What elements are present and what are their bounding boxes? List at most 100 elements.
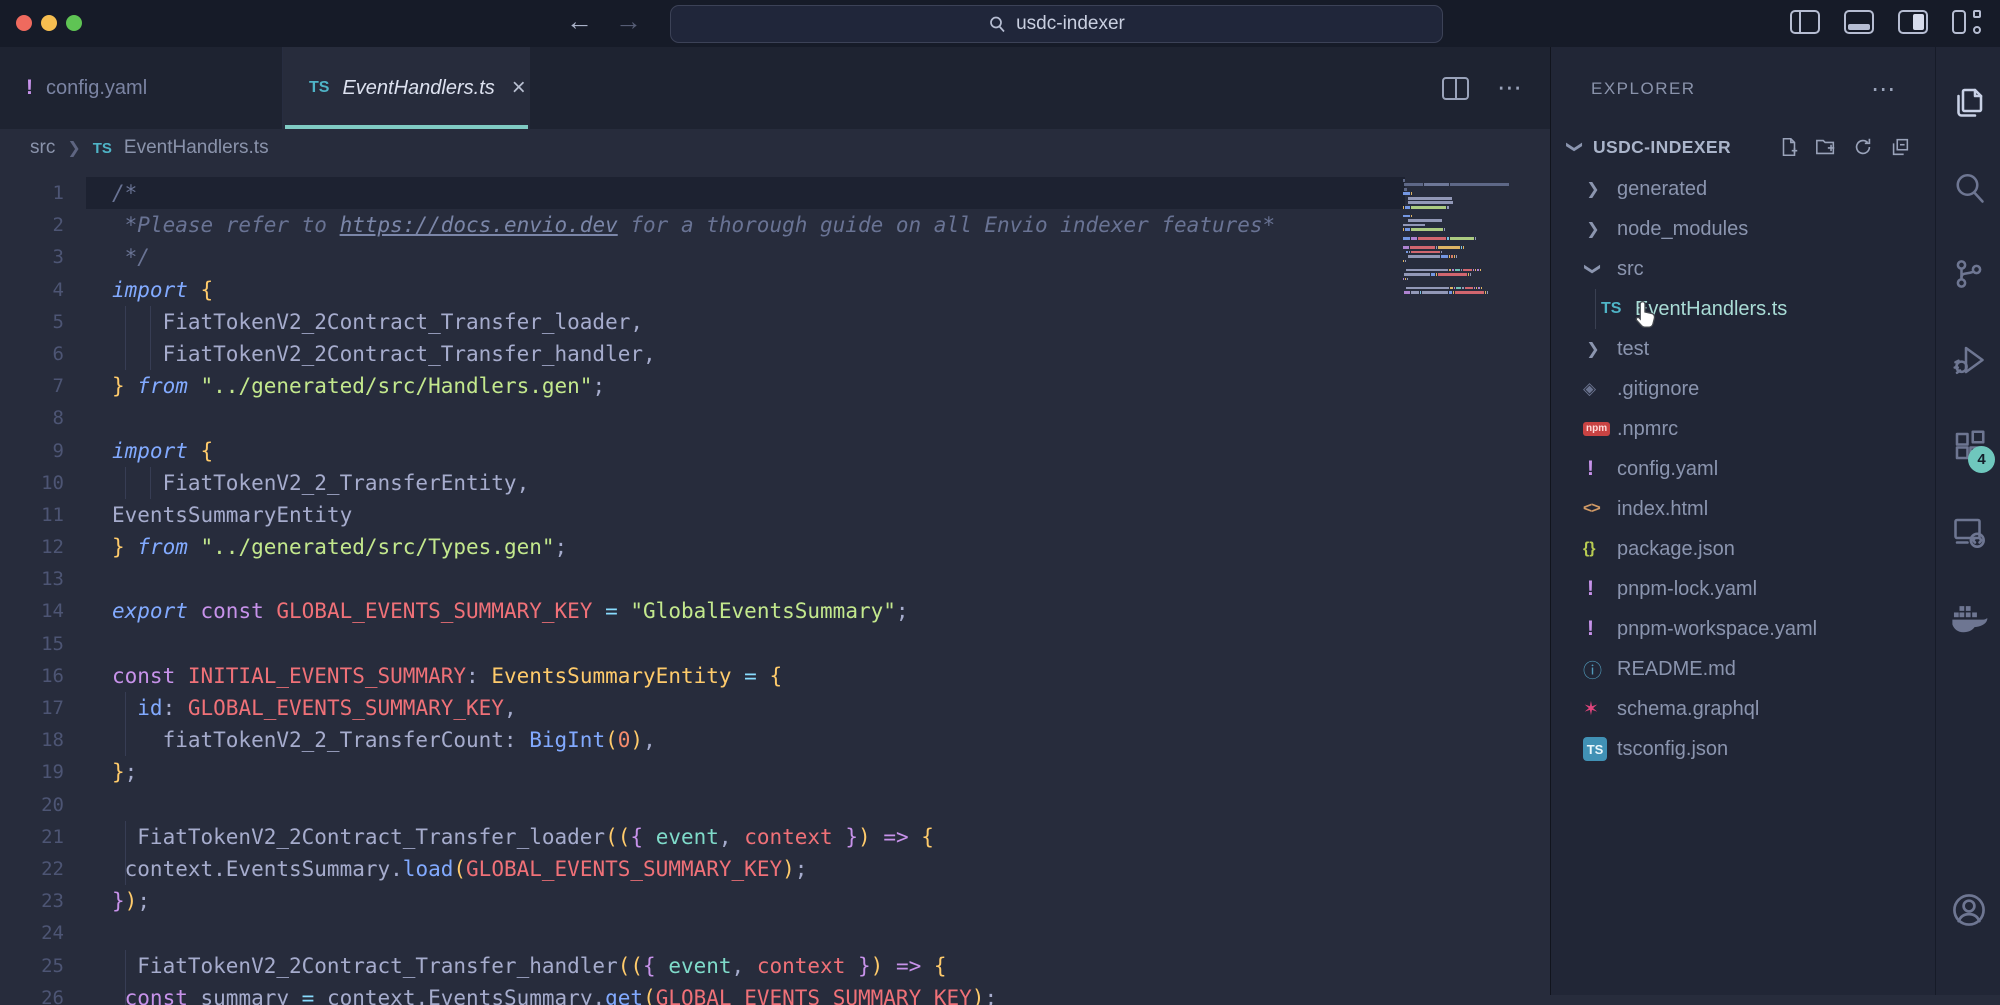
code-line[interactable]: 2 *Please refer to https://docs.envio.de… (0, 209, 1405, 241)
tab-config-yaml[interactable]: ! config.yaml (0, 47, 283, 129)
source-control-icon[interactable] (1936, 231, 2000, 317)
breadcrumb-folder[interactable]: src (30, 137, 55, 159)
explorer-more-actions-icon[interactable]: ⋯ (1871, 75, 1897, 104)
minimize-window-button[interactable] (41, 15, 57, 31)
tree-item-label: pnpm-workspace.yaml (1617, 618, 1817, 641)
tree-file-index-html[interactable]: <>index.html (1551, 489, 1935, 529)
more-actions-icon[interactable]: ⋯ (1497, 73, 1524, 103)
chevron-down-icon: ❯ (1583, 259, 1603, 279)
code-editor[interactable]: 1/*2 *Please refer to https://docs.envio… (0, 167, 1550, 1005)
line-number: 5 (0, 306, 64, 338)
command-center-search[interactable]: usdc-indexer (670, 5, 1443, 43)
code-line[interactable]: 9import { (0, 435, 1405, 467)
tree-file--npmrc[interactable]: npm.npmrc (1551, 409, 1935, 449)
tree-item-label: test (1617, 338, 1649, 361)
line-number: 16 (0, 660, 64, 692)
account-icon[interactable] (1936, 867, 2000, 953)
chevron-right-icon: ❯ (1583, 179, 1603, 199)
tree-folder-node-modules[interactable]: ❯node_modules (1551, 209, 1935, 249)
code-line[interactable]: 17 id: GLOBAL_EVENTS_SUMMARY_KEY, (0, 692, 1405, 724)
chevron-right-icon: ❯ (1583, 219, 1603, 239)
close-window-button[interactable] (16, 15, 32, 31)
code-line[interactable]: 13 (0, 563, 1405, 595)
code-line[interactable]: 24 (0, 917, 1405, 949)
tree-folder-src[interactable]: ❯ src (1551, 249, 1935, 289)
toggle-secondary-sidebar-icon[interactable] (1898, 10, 1928, 34)
minimap[interactable] (1403, 179, 1515, 296)
close-tab-icon[interactable]: × (512, 74, 526, 102)
code-line[interactable]: 19}; (0, 756, 1405, 788)
line-number: 22 (0, 853, 64, 885)
code-line[interactable]: 20 (0, 789, 1405, 821)
tree-file-tsconfig-json[interactable]: TStsconfig.json (1551, 729, 1935, 769)
tree-file-eventhandlers-ts[interactable]: TSEventHandlers.ts (1551, 289, 1935, 329)
forward-arrow-icon[interactable]: → (615, 6, 642, 37)
line-number: 10 (0, 467, 64, 499)
toggle-primary-sidebar-icon[interactable] (1790, 10, 1820, 34)
file-tree: ❯generated❯node_modules❯srcTSEventHandle… (1551, 169, 1935, 769)
code-line[interactable]: 15 (0, 628, 1405, 660)
tree-file-package-json[interactable]: {}package.json (1551, 529, 1935, 569)
code-line[interactable]: 7} from "../generated/src/Handlers.gen"; (0, 370, 1405, 402)
code-line[interactable]: 14export const GLOBAL_EVENTS_SUMMARY_KEY… (0, 595, 1405, 627)
indent-guide (150, 338, 151, 370)
code-line[interactable]: 8 (0, 402, 1405, 434)
workspace-root-folder[interactable]: ❯ USDC-INDEXER (1551, 125, 1935, 169)
new-folder-icon[interactable] (1815, 136, 1837, 158)
code-line[interactable]: 5 FiatTokenV2_2Contract_Transfer_loader, (0, 306, 1405, 338)
tree-folder-generated[interactable]: ❯ generated (1551, 169, 1935, 209)
tree-file-pnpm-workspace-yaml[interactable]: ! pnpm-workspace.yaml (1551, 609, 1935, 649)
docker-icon[interactable] (1936, 575, 2000, 661)
code-line[interactable]: 16const INITIAL_EVENTS_SUMMARY: EventsSu… (0, 660, 1405, 692)
code-line[interactable]: 18 fiatTokenV2_2_TransferCount: BigInt(0… (0, 724, 1405, 756)
code-line[interactable]: 11EventsSummaryEntity (0, 499, 1405, 531)
run-and-debug-icon[interactable] (1936, 317, 2000, 403)
extensions-view-icon[interactable]: 4 (1936, 403, 2000, 489)
activity-bar: 4 (1935, 47, 2000, 995)
code-line[interactable]: 23}); (0, 885, 1405, 917)
toggle-panel-icon[interactable] (1844, 10, 1874, 34)
search-view-icon[interactable] (1936, 145, 2000, 231)
code-line[interactable]: 22 context.EventsSummary.load(GLOBAL_EVE… (0, 853, 1405, 885)
tree-item-label: src (1617, 258, 1644, 281)
editor-group: ! config.yaml TS EventHandlers.ts × ⋯ sr… (0, 47, 1550, 995)
code-line[interactable]: 3 */ (0, 241, 1405, 273)
yaml-warning-icon: ! (26, 76, 33, 100)
tree-file-readme-md[interactable]: ⓘREADME.md (1551, 649, 1935, 689)
new-file-icon[interactable] (1778, 136, 1800, 158)
customize-layout-icon[interactable] (1952, 10, 1984, 34)
tree-folder-test[interactable]: ❯test (1551, 329, 1935, 369)
tree-item-label: .npmrc (1617, 418, 1678, 441)
tree-file--gitignore[interactable]: ◈.gitignore (1551, 369, 1935, 409)
explorer-view-icon[interactable] (1936, 59, 2000, 145)
code-line[interactable]: 1/* (0, 177, 1405, 209)
line-number: 8 (0, 402, 64, 434)
tab-bar: ! config.yaml TS EventHandlers.ts × ⋯ (0, 47, 1550, 129)
yaml-file-icon: ! (1583, 577, 1594, 601)
split-editor-icon[interactable] (1442, 77, 1469, 100)
code-line[interactable]: 12} from "../generated/src/Types.gen"; (0, 531, 1405, 563)
tree-file-config-yaml[interactable]: !config.yaml (1551, 449, 1935, 489)
tree-item-label: tsconfig.json (1617, 738, 1728, 761)
tree-item-label: package.json (1617, 538, 1735, 561)
tree-file-pnpm-lock-yaml[interactable]: !pnpm-lock.yaml (1551, 569, 1935, 609)
collapse-folders-icon[interactable] (1889, 136, 1911, 158)
tree-file-schema-graphql[interactable]: ✶schema.graphql (1551, 689, 1935, 729)
remote-explorer-icon[interactable] (1936, 489, 2000, 575)
tree-item-label: generated (1617, 178, 1707, 201)
refresh-icon[interactable] (1852, 136, 1874, 158)
code-line[interactable]: 4import { (0, 274, 1405, 306)
yaml-file-icon: ! (1583, 617, 1594, 641)
tree-item-label: config.yaml (1617, 458, 1718, 481)
back-arrow-icon[interactable]: ← (566, 6, 593, 37)
zoom-window-button[interactable] (66, 15, 82, 31)
indent-guide (125, 467, 126, 499)
code-line[interactable]: 10 FiatTokenV2_2_TransferEntity, (0, 467, 1405, 499)
code-line[interactable]: 26 const summary = context.EventsSummary… (0, 982, 1405, 1005)
tab-eventhandlers-ts[interactable]: TS EventHandlers.ts × (283, 47, 530, 129)
code-line[interactable]: 21 FiatTokenV2_2Contract_Transfer_loader… (0, 821, 1405, 853)
code-line[interactable]: 6 FiatTokenV2_2Contract_Transfer_handler… (0, 338, 1405, 370)
code-line[interactable]: 25 FiatTokenV2_2Contract_Transfer_handle… (0, 950, 1405, 982)
info-file-icon: ⓘ (1583, 656, 1602, 683)
breadcrumb-file[interactable]: EventHandlers.ts (124, 137, 269, 159)
